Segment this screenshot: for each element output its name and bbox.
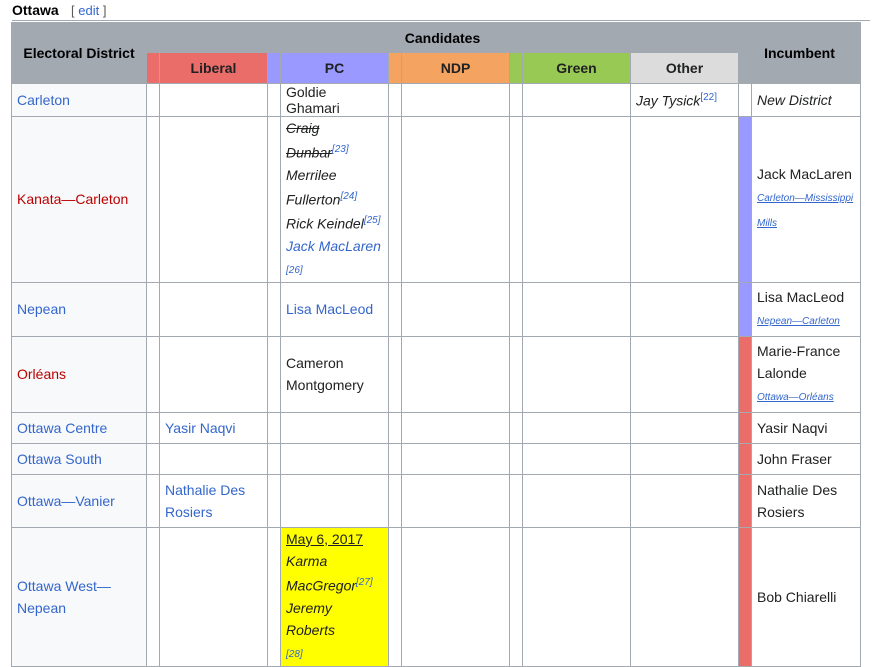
table-row: Kanata—Carleton Craig Dunbar[23] Merrile… — [11, 116, 861, 283]
ottawa-candidates-table: Electoral District Candidates Incumbent … — [11, 22, 861, 667]
incumbent: Jack MacLaren — [757, 166, 852, 183]
pc-candidate: Jeremy Roberts — [286, 599, 336, 638]
district-link-orleans[interactable]: Orléans — [17, 366, 66, 382]
table-row: Ottawa South John Fraser — [11, 442, 861, 475]
ref-link[interactable]: [24] — [340, 191, 357, 202]
header-other: Other — [630, 52, 739, 84]
header-liberal: Liberal — [159, 52, 268, 84]
district-link-ottawa-vanier[interactable]: Ottawa—Vanier — [17, 493, 115, 509]
incumbent-former-riding[interactable]: Ottawa—Orléans — [757, 392, 834, 403]
incumbent: Yasir Naqvi — [751, 411, 861, 444]
header-green: Green — [522, 52, 631, 84]
green-swatch — [509, 52, 523, 84]
header-electoral-district: Electoral District — [11, 22, 147, 84]
pc-candidate-link[interactable]: Lisa MacLeod — [286, 301, 373, 317]
district-link-ottawa-west-nepean[interactable]: Ottawa West—Nepean — [17, 578, 111, 616]
liberal-swatch — [146, 52, 160, 84]
incumbent: Marie-France Lalonde — [757, 342, 841, 381]
edit-section-link-wrapper: [ edit ] — [71, 3, 107, 18]
liberal-candidate-link[interactable]: Yasir Naqvi — [165, 420, 236, 436]
incumbent-party-bar — [738, 473, 752, 528]
liberal-candidate-link[interactable]: Nathalie Des Rosiers — [165, 482, 245, 520]
table-row: Carleton Goldie Ghamari Jay Tysick[22] N… — [11, 83, 861, 117]
incumbent-former-riding[interactable]: Nepean—Carleton — [757, 316, 840, 327]
district-link-carleton[interactable]: Carleton — [17, 92, 70, 108]
pc-candidate: Rick Keindel — [286, 215, 364, 232]
pc-candidate: Merrilee Fullerton — [286, 166, 341, 208]
incumbent-party-bar — [738, 281, 752, 337]
incumbent-party-bar — [738, 411, 752, 444]
district-link-kanata-carleton[interactable]: Kanata—Carleton — [17, 191, 128, 207]
ref-link[interactable]: [28] — [286, 649, 303, 660]
header-pc: PC — [280, 52, 389, 84]
district-link-ottawa-centre[interactable]: Ottawa Centre — [17, 420, 107, 436]
table-row: Ottawa Centre Yasir Naqvi Yasir Naqvi — [11, 411, 861, 444]
incumbent-party-bar — [738, 116, 752, 283]
ref-link[interactable]: [23] — [332, 144, 349, 155]
incumbent: Nathalie Des Rosiers — [751, 473, 861, 528]
incumbent-former-riding[interactable]: Carleton—Mississippi Mills — [757, 193, 853, 229]
edit-section-link[interactable]: edit — [78, 3, 99, 18]
ref-link[interactable]: [26] — [286, 265, 303, 276]
header-candidates: Candidates — [146, 22, 739, 53]
table-row: Ottawa West—Nepean May 6, 2017 Karma Mac… — [11, 526, 861, 667]
pc-candidate: Karma MacGregor — [286, 552, 357, 594]
district-link-nepean[interactable]: Nepean — [17, 301, 66, 317]
incumbent-party-bar — [738, 442, 752, 475]
ndp-swatch — [388, 52, 402, 84]
incumbent: Lisa MacLeod — [757, 288, 845, 305]
header-incumbent: Incumbent — [738, 22, 861, 84]
pc-candidate: Cameron Montgomery — [280, 335, 389, 413]
pc-candidate-link[interactable]: Jack MacLaren — [286, 238, 381, 254]
section-title: Ottawa — [12, 2, 59, 18]
pc-swatch — [267, 52, 281, 84]
incumbent-party-bar — [738, 526, 752, 667]
ref-link[interactable]: [25] — [364, 215, 381, 226]
pc-candidate: Craig Dunbar — [286, 120, 332, 161]
incumbent: Bob Chiarelli — [751, 526, 861, 667]
table-row: Orléans Cameron Montgomery Marie-France … — [11, 335, 861, 413]
district-link-ottawa-south[interactable]: Ottawa South — [17, 451, 102, 467]
incumbent-party-bar — [738, 335, 752, 413]
ref-link[interactable]: [22] — [700, 92, 717, 103]
incumbent: New District — [751, 83, 861, 117]
incumbent: John Fraser — [751, 442, 861, 475]
table-row: Ottawa—Vanier Nathalie Des Rosiers Natha… — [11, 473, 861, 528]
other-candidate: Jay Tysick — [636, 92, 701, 109]
section-divider — [12, 20, 870, 21]
pc-candidate: Goldie Ghamari — [280, 83, 389, 117]
by-election-date: May 6, 2017 — [286, 530, 364, 547]
ref-link[interactable]: [27] — [356, 577, 373, 588]
header-ndp: NDP — [401, 52, 510, 84]
table-row: Nepean Lisa MacLeod Lisa MacLeod Nepean—… — [11, 281, 861, 337]
